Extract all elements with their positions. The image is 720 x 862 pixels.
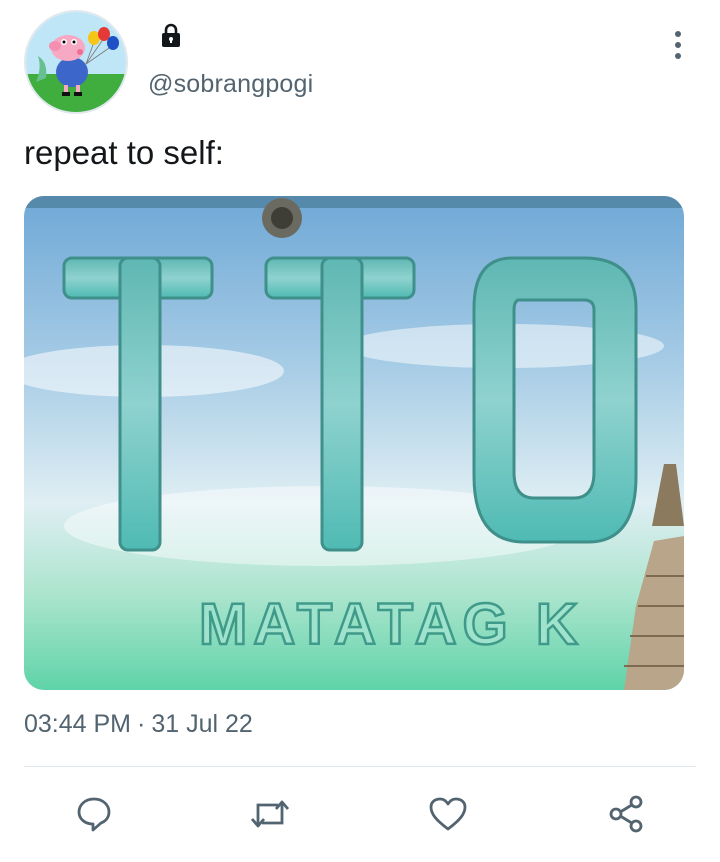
heart-icon <box>429 797 467 831</box>
plate-caption: MATATAG K <box>199 592 584 657</box>
share-button[interactable] <box>604 792 648 836</box>
user-handle[interactable]: @sobrangpogi <box>148 70 313 99</box>
tweet-media-image[interactable]: MATATAG K <box>24 196 684 690</box>
divider <box>24 766 696 767</box>
timestamp-separator: · <box>137 710 146 738</box>
tweet-time: 03:44 PM <box>24 710 132 738</box>
like-button[interactable] <box>426 792 470 836</box>
tweet-text: repeat to self: <box>24 134 224 171</box>
more-vertical-icon[interactable] <box>668 28 688 62</box>
tweet-date: 31 Jul 22 <box>151 710 253 738</box>
tweet-timestamp[interactable]: 03:44 PM · 31 Jul 22 <box>24 710 253 739</box>
reply-icon <box>77 797 111 832</box>
lock-icon <box>158 22 184 48</box>
avatar[interactable] <box>24 10 128 114</box>
reply-button[interactable] <box>72 792 116 836</box>
share-icon <box>609 795 643 833</box>
retweet-icon <box>250 800 290 828</box>
retweet-button[interactable] <box>248 792 292 836</box>
